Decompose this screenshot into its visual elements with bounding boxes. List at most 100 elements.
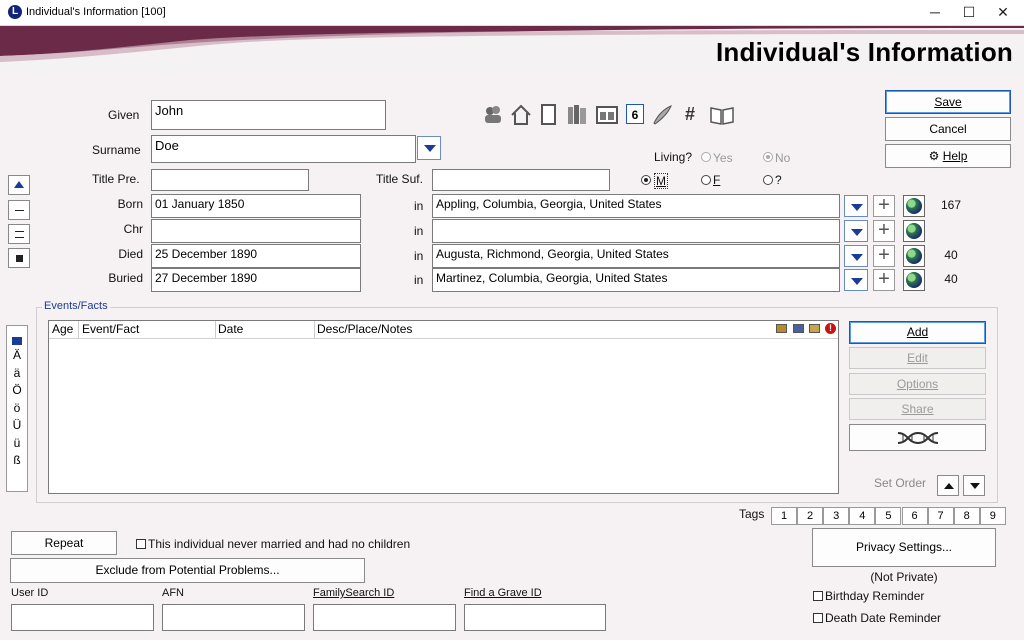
column-age[interactable]: Age bbox=[52, 322, 73, 336]
never-married-checkbox[interactable] bbox=[136, 539, 146, 549]
afn-input[interactable] bbox=[162, 604, 305, 631]
special-char-button[interactable]: Ö bbox=[7, 383, 27, 397]
maximize-button[interactable]: ☐ bbox=[952, 0, 986, 25]
buried-place-dropdown-button[interactable] bbox=[844, 269, 868, 291]
tag-button-1[interactable]: 1 bbox=[771, 507, 797, 525]
character-panel-handle-icon[interactable] bbox=[12, 337, 22, 345]
add-event-button[interactable]: Add bbox=[849, 321, 986, 344]
find-a-grave-id-input[interactable] bbox=[464, 604, 606, 631]
born-globe-button[interactable] bbox=[903, 195, 925, 217]
tags-label: Tags bbox=[739, 507, 765, 521]
tag-button-9[interactable]: 9 bbox=[979, 507, 1006, 525]
help-button[interactable]: ⚙ Help bbox=[885, 144, 1011, 168]
photo-icon[interactable] bbox=[595, 104, 619, 126]
special-char-button[interactable]: ß bbox=[7, 453, 27, 467]
special-char-button[interactable]: ü bbox=[7, 436, 27, 450]
special-characters-panel: ÄäÖöÜüß bbox=[6, 325, 28, 492]
surname-dropdown-button[interactable] bbox=[417, 136, 441, 160]
nav-up-button[interactable] bbox=[8, 175, 30, 195]
born-label: Born bbox=[117, 197, 143, 211]
column-date[interactable]: Date bbox=[218, 322, 243, 336]
tag-button-5[interactable]: 5 bbox=[875, 507, 902, 525]
surname-input[interactable]: Doe bbox=[151, 135, 416, 163]
tag-button-3[interactable]: 3 bbox=[823, 507, 850, 525]
page-title: Individual's Information bbox=[716, 37, 1013, 67]
chr-date-input[interactable] bbox=[151, 219, 361, 243]
dna-button[interactable] bbox=[849, 424, 986, 451]
tag-button-8[interactable]: 8 bbox=[953, 507, 980, 525]
house-icon[interactable] bbox=[509, 103, 533, 127]
chr-place-input[interactable] bbox=[432, 219, 840, 243]
cancel-button[interactable]: Cancel bbox=[885, 117, 1011, 141]
hash-icon[interactable]: # bbox=[685, 104, 695, 125]
column-event-fact[interactable]: Event/Fact bbox=[82, 322, 139, 336]
special-char-button[interactable]: Ü bbox=[7, 418, 27, 432]
document-icon[interactable] bbox=[539, 103, 559, 127]
privacy-settings-button[interactable]: Privacy Settings... bbox=[812, 528, 996, 567]
chr-add-place-button[interactable]: + bbox=[873, 220, 895, 242]
familysearch-id-link[interactable]: FamilySearch ID bbox=[313, 587, 394, 599]
chr-place-dropdown-button[interactable] bbox=[844, 220, 868, 242]
sex-unknown-radio[interactable] bbox=[763, 175, 773, 185]
died-date-input[interactable]: 25 December 1890 bbox=[151, 244, 361, 268]
died-place-input[interactable]: Augusta, Richmond, Georgia, United State… bbox=[432, 244, 840, 268]
close-button[interactable]: ✕ bbox=[986, 0, 1020, 25]
buried-globe-button[interactable] bbox=[903, 269, 925, 291]
save-button[interactable]: Save bbox=[885, 90, 1011, 114]
given-name-input[interactable]: John bbox=[151, 100, 386, 130]
individual-form: Given John Surname Doe Title Pre. Title … bbox=[0, 72, 1024, 640]
notes-quill-icon[interactable] bbox=[650, 103, 674, 127]
edit-event-button[interactable]: Edit bbox=[849, 347, 986, 369]
problem-alert-icon: ! bbox=[825, 323, 836, 334]
share-button[interactable]: Share bbox=[849, 398, 986, 420]
buried-in-label: in bbox=[414, 273, 424, 287]
column-desc-place-notes[interactable]: Desc/Place/Notes bbox=[317, 322, 412, 336]
living-yes-radio[interactable] bbox=[701, 152, 711, 162]
move-up-button[interactable] bbox=[937, 475, 959, 496]
chr-globe-button[interactable] bbox=[903, 220, 925, 242]
born-date-input[interactable]: 01 January 1850 bbox=[151, 194, 361, 218]
people-icon[interactable] bbox=[482, 104, 504, 126]
sex-male-radio[interactable] bbox=[641, 175, 651, 185]
calendar-icon[interactable]: 6 bbox=[626, 104, 644, 124]
help-label: Help bbox=[942, 149, 968, 163]
find-a-grave-id-link[interactable]: Find a Grave ID bbox=[464, 587, 542, 599]
familysearch-id-input[interactable] bbox=[313, 604, 456, 631]
born-place-input[interactable]: Appling, Columbia, Georgia, United State… bbox=[432, 194, 840, 218]
record-toolbar: 6 # bbox=[482, 102, 740, 128]
events-facts-table[interactable]: Age Event/Fact Date Desc/Place/Notes ! bbox=[48, 320, 839, 494]
tag-button-2[interactable]: 2 bbox=[797, 507, 824, 525]
minimize-button[interactable]: ─ bbox=[918, 0, 952, 25]
born-add-place-button[interactable]: + bbox=[873, 195, 895, 217]
buried-place-input[interactable]: Martinez, Columbia, Georgia, United Stat… bbox=[432, 268, 840, 292]
living-no-radio[interactable] bbox=[763, 152, 773, 162]
window-titlebar: L Individual's Information [100] ─ ☐ ✕ bbox=[0, 0, 1024, 26]
special-char-button[interactable]: ö bbox=[7, 401, 27, 415]
options-button[interactable]: Options bbox=[849, 373, 986, 395]
died-place-dropdown-button[interactable] bbox=[844, 245, 868, 267]
tag-button-4[interactable]: 4 bbox=[849, 507, 876, 525]
sex-female-radio[interactable] bbox=[701, 175, 711, 185]
user-id-input[interactable] bbox=[11, 604, 154, 631]
title-suf-label: Title Suf. bbox=[376, 172, 423, 186]
died-globe-button[interactable] bbox=[903, 245, 925, 267]
born-place-dropdown-button[interactable] bbox=[844, 195, 868, 217]
death-date-reminder-label: Death Date Reminder bbox=[825, 611, 942, 625]
books-icon[interactable] bbox=[566, 103, 590, 127]
repeat-button[interactable]: Repeat bbox=[11, 531, 117, 555]
tag-button-6[interactable]: 6 bbox=[901, 507, 928, 525]
birthday-reminder-checkbox[interactable] bbox=[813, 591, 823, 601]
title-pre-input[interactable] bbox=[151, 169, 309, 191]
special-char-button[interactable]: Ä bbox=[7, 348, 27, 362]
move-down-button[interactable] bbox=[963, 475, 985, 496]
buried-date-input[interactable]: 27 December 1890 bbox=[151, 268, 361, 292]
open-book-icon[interactable] bbox=[709, 104, 735, 126]
died-add-place-button[interactable]: + bbox=[873, 245, 895, 267]
buried-add-place-button[interactable]: + bbox=[873, 269, 895, 291]
born-in-label: in bbox=[414, 199, 424, 213]
title-suf-input[interactable] bbox=[432, 169, 610, 191]
special-char-button[interactable]: ä bbox=[7, 366, 27, 380]
death-date-reminder-checkbox[interactable] bbox=[813, 613, 823, 623]
tag-button-7[interactable]: 7 bbox=[927, 507, 954, 525]
exclude-problems-button[interactable]: Exclude from Potential Problems... bbox=[10, 558, 365, 583]
